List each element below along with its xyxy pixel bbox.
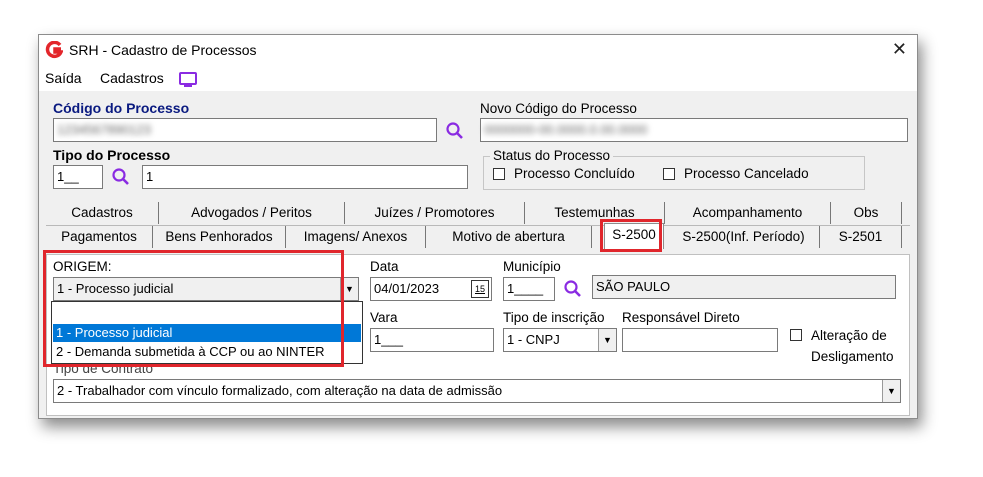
concluido-label: Processo Concluído [514, 166, 635, 181]
novo-codigo-label: Novo Código do Processo [480, 101, 637, 116]
tab-obs[interactable]: Obs [831, 202, 902, 224]
vara-input[interactable]: 1___ [370, 328, 494, 352]
close-button[interactable]: ✕ [892, 39, 907, 60]
municipio-value: SÃO PAULO [596, 279, 671, 294]
tipo-processo-desc: 1 [146, 169, 154, 184]
tabs-row-2: Pagamentos Bens Penhorados Imagens/ Anex… [46, 223, 910, 249]
calendar-icon[interactable]: 15 [471, 280, 489, 298]
tab-s2501[interactable]: S-2501 [820, 226, 902, 248]
responsavel-input[interactable] [622, 328, 778, 352]
status-group-title: Status do Processo [490, 148, 614, 163]
tab-motivo-abertura[interactable]: Motivo de abertura [426, 226, 592, 248]
codigo-processo-input[interactable]: 1234567890123 [53, 118, 437, 142]
alteracao-label-2: Desligamento [811, 349, 894, 364]
origem-highlight-box [43, 250, 344, 367]
responsavel-label: Responsável Direto [622, 310, 740, 325]
window-title: SRH - Cadastro de Processos [69, 42, 257, 58]
tab-s2500-inf-periodo[interactable]: S-2500(Inf. Período) [668, 226, 820, 248]
tipo-inscricao-dropdown-arrow-icon[interactable]: ▼ [598, 329, 616, 351]
cancelado-checkbox[interactable] [663, 168, 675, 180]
codigo-processo-label: Código do Processo [53, 100, 190, 116]
tab-imagens-anexos[interactable]: Imagens/ Anexos [286, 226, 426, 248]
alteracao-desligamento-checkbox[interactable] [790, 329, 802, 341]
tipo-contrato-value: 2 - Trabalhador com vínculo formalizado,… [57, 383, 503, 398]
municipio-name-input[interactable]: SÃO PAULO [592, 275, 896, 299]
monitor-icon[interactable] [179, 72, 197, 88]
municipio-code: 1____ [507, 281, 544, 296]
tipo-contrato-dropdown-arrow-icon[interactable]: ▼ [882, 380, 900, 402]
novo-codigo-input[interactable]: 0000000-00.0000.0.00.0000 [480, 118, 908, 142]
tipo-processo-code-input[interactable]: 1__ [53, 165, 103, 189]
app-logo-icon [45, 41, 63, 59]
menu-cadastros[interactable]: Cadastros [100, 70, 164, 86]
municipio-code-input[interactable]: 1____ [503, 277, 555, 301]
tab-acompanhamento[interactable]: Acompanhamento [665, 202, 831, 224]
alteracao-label-1: Alteração de [811, 328, 887, 343]
menu-saida[interactable]: Saída [45, 70, 82, 86]
title-bar: SRH - Cadastro de Processos ✕ [39, 35, 917, 65]
tab-juizes-promotores[interactable]: Juízes / Promotores [345, 202, 525, 224]
tab-pagamentos[interactable]: Pagamentos [46, 226, 153, 248]
tipo-processo-code: 1__ [57, 169, 79, 184]
s2500-tab-highlight-box [600, 219, 662, 252]
tipo-inscricao-value: 1 - CNPJ [507, 332, 560, 347]
menu-bar: Saída Cadastros [39, 65, 917, 91]
tipo-inscricao-label: Tipo de inscrição [503, 310, 605, 325]
novo-codigo-value: 0000000-00.0000.0.00.0000 [484, 122, 648, 137]
cancelado-label: Processo Cancelado [684, 166, 809, 181]
tipo-processo-label: Tipo do Processo [53, 147, 171, 163]
tipo-processo-desc-input[interactable]: 1 [142, 165, 468, 189]
tab-advogados-peritos[interactable]: Advogados / Peritos [159, 202, 345, 224]
tabs-row-1: Cadastros Advogados / Peritos Juízes / P… [46, 202, 910, 226]
search-tipo-icon[interactable] [111, 167, 131, 187]
concluido-checkbox[interactable] [493, 168, 505, 180]
municipio-label: Município [503, 259, 561, 274]
search-municipio-icon[interactable] [563, 279, 583, 299]
tipo-inscricao-combobox[interactable]: 1 - CNPJ ▼ [503, 328, 617, 352]
data-label: Data [370, 259, 399, 274]
search-codigo-icon[interactable] [445, 121, 465, 141]
tab-cadastros[interactable]: Cadastros [46, 202, 159, 224]
vara-label: Vara [370, 310, 398, 325]
vara-value: 1___ [374, 332, 403, 347]
data-value: 04/01/2023 [374, 281, 440, 296]
tab-bens-penhorados[interactable]: Bens Penhorados [153, 226, 286, 248]
tipo-contrato-combobox[interactable]: 2 - Trabalhador com vínculo formalizado,… [53, 379, 901, 403]
codigo-processo-value: 1234567890123 [57, 122, 151, 137]
